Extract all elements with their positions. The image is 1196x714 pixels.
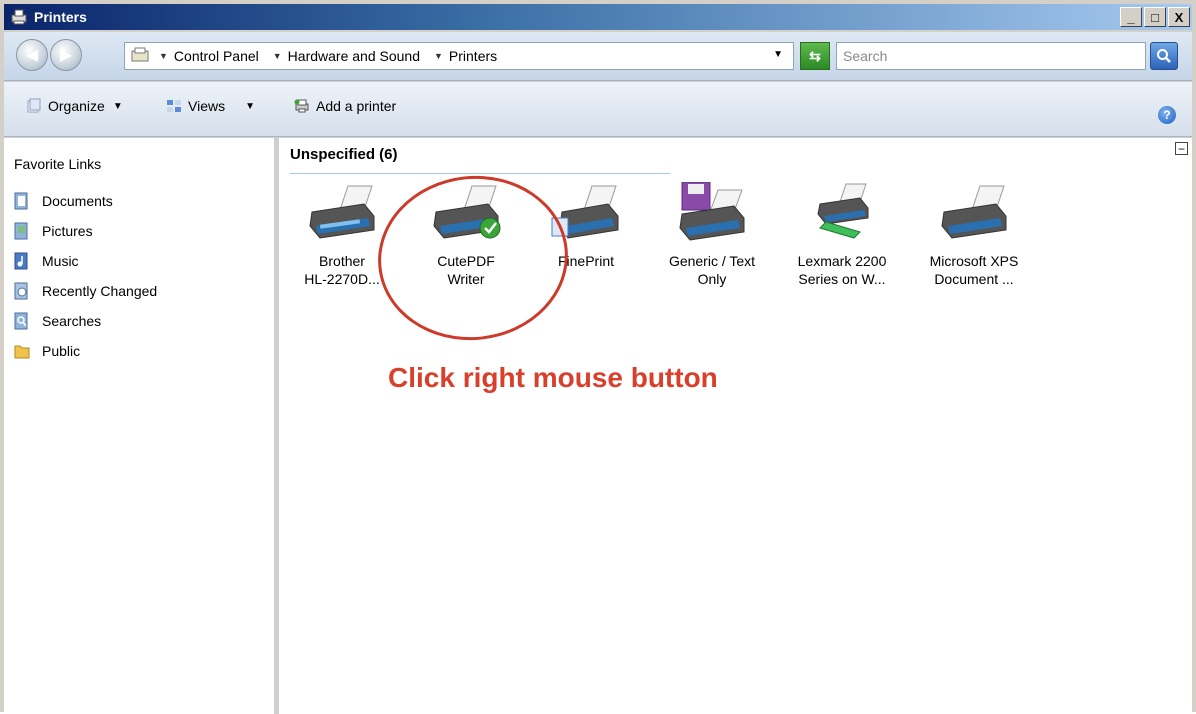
printer-label-line1: Lexmark 2200	[797, 253, 887, 269]
search-input[interactable]: Search	[836, 42, 1146, 70]
sidebar-item-recently-changed[interactable]: Recently Changed	[14, 276, 157, 306]
searches-icon	[14, 312, 28, 330]
navigation-pane: Favorite Links Documents Pictures Music …	[4, 138, 279, 714]
group-header[interactable]: Unspecified (6)	[290, 142, 670, 174]
printer-label-line2: Only	[697, 271, 727, 287]
documents-icon	[14, 192, 28, 210]
public-folder-icon	[14, 345, 30, 359]
printer-label-line2: Series on W...	[798, 271, 886, 287]
views-label: Views	[188, 98, 226, 114]
address-dropdown-icon[interactable]: ▼	[773, 49, 783, 60]
add-printer-button[interactable]: Add a printer	[294, 98, 396, 114]
favorite-links-heading: Favorite Links	[14, 156, 102, 172]
breadcrumb-arrow-icon[interactable]: ▼	[434, 51, 443, 61]
sidebar-item-label: Searches	[42, 313, 102, 329]
sidebar-item-label: Pictures	[42, 223, 93, 239]
organize-label: Organize	[48, 98, 105, 114]
search-button[interactable]	[1150, 42, 1178, 70]
minimize-button[interactable]: _	[1120, 7, 1142, 27]
address-bar[interactable]: ▼ Control Panel ▼ Hardware and Sound ▼ P…	[124, 42, 794, 70]
add-printer-label: Add a printer	[316, 98, 397, 114]
refresh-icon: ⇆	[809, 47, 821, 64]
annotation-text: Click right mouse button	[388, 362, 718, 393]
sidebar-item-label: Music	[42, 253, 79, 269]
organize-icon	[27, 98, 41, 113]
music-icon	[14, 252, 28, 270]
breadcrumb-arrow-icon[interactable]: ▼	[273, 51, 282, 61]
printer-item-microsoft-xps[interactable]: Microsoft XPS Document ...	[922, 182, 1026, 288]
network-printer-icon	[817, 183, 869, 239]
back-button[interactable]: ◀	[16, 39, 48, 71]
sidebar-item-searches[interactable]: Searches	[14, 306, 157, 336]
recently-changed-icon	[14, 282, 28, 300]
printer-icon	[679, 182, 745, 241]
command-toolbar: Organize ▼ Views ▼ Add a printer ?	[4, 82, 1192, 137]
sidebar-item-public[interactable]: Public	[14, 336, 157, 366]
refresh-button[interactable]: ⇆	[800, 42, 830, 70]
help-icon[interactable]: ?	[1158, 106, 1176, 124]
forward-arrow-icon: ▶	[59, 47, 73, 64]
printer-label-line1: Generic / Text	[668, 253, 756, 269]
printers-window: Printers _ □ X ◀ ▶ ▼ Control Panel ▼ Har…	[0, 0, 1196, 714]
printer-label-line1: Microsoft XPS	[929, 253, 1019, 269]
search-icon	[1157, 49, 1171, 63]
breadcrumb-printers[interactable]: Printers	[449, 48, 497, 64]
breadcrumb-hardware-and-sound[interactable]: Hardware and Sound	[288, 48, 420, 64]
breadcrumb-control-panel[interactable]: Control Panel	[174, 48, 259, 64]
views-icon	[167, 100, 181, 112]
printer-icon	[941, 185, 1007, 239]
organize-menu[interactable]: Organize ▼	[26, 98, 123, 114]
control-panel-icon	[131, 47, 149, 66]
sidebar-item-label: Documents	[42, 193, 113, 209]
printer-label-line2: Document ...	[934, 271, 1014, 287]
chevron-down-icon: ▼	[245, 100, 255, 112]
group-header-label: Unspecified (6)	[290, 146, 398, 163]
back-arrow-icon: ◀	[25, 47, 39, 64]
printer-item-generic-text[interactable]: Generic / Text Only	[660, 182, 764, 288]
title-bar[interactable]: Printers _ □ X	[4, 4, 1192, 30]
window-title: Printers	[34, 9, 87, 25]
address-row: ◀ ▶ ▼ Control Panel ▼ Hardware and Sound…	[4, 32, 1192, 81]
sidebar-item-label: Public	[42, 343, 81, 359]
close-button[interactable]: X	[1168, 7, 1190, 27]
sidebar-item-music[interactable]: Music	[14, 246, 157, 276]
sidebar-item-documents[interactable]: Documents	[14, 186, 157, 216]
content-area: Favorite Links Documents Pictures Music …	[4, 138, 1192, 714]
chevron-down-icon: ▼	[112, 100, 123, 112]
sidebar-item-label: Recently Changed	[42, 283, 158, 299]
views-menu[interactable]: Views ▼	[166, 98, 255, 114]
forward-button[interactable]: ▶	[50, 39, 82, 71]
printers-icon	[10, 9, 28, 25]
pictures-icon	[14, 222, 28, 240]
printer-icon	[309, 185, 375, 239]
maximize-button[interactable]: □	[1144, 7, 1166, 27]
favorite-links-list: Documents Pictures Music Recently Change…	[14, 186, 157, 366]
printer-item-lexmark[interactable]: Lexmark 2200 Series on W...	[790, 182, 894, 288]
add-printer-icon	[294, 99, 309, 113]
sidebar-item-pictures[interactable]: Pictures	[14, 216, 157, 246]
breadcrumb-arrow-icon[interactable]: ▼	[159, 51, 168, 61]
collapse-group-icon[interactable]: −	[1175, 142, 1188, 155]
